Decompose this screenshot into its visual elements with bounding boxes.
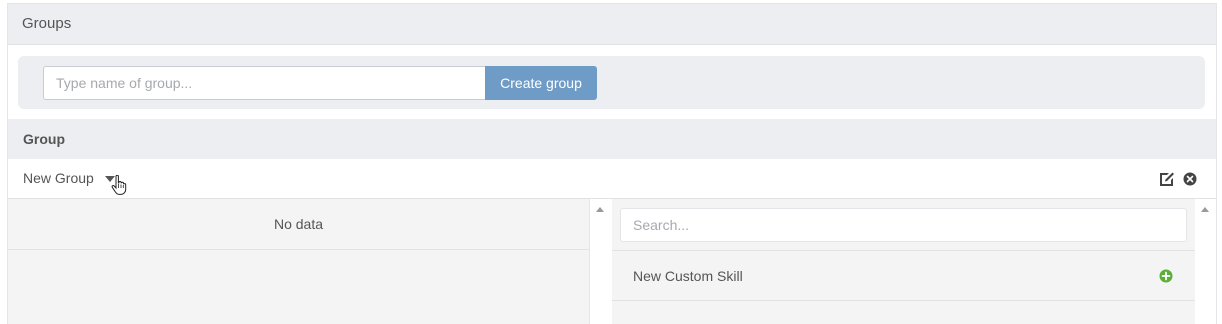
group-name: New Group — [23, 170, 94, 186]
group-members-list: No data — [8, 199, 590, 324]
close-circle-icon[interactable] — [1183, 172, 1197, 186]
hand-pointer-cursor — [111, 175, 127, 195]
skill-label: New Custom Skill — [633, 268, 743, 284]
group-row[interactable]: New Group — [8, 159, 1216, 199]
create-group-bar: Create group — [18, 56, 1205, 109]
scroll-up-arrow-left[interactable] — [596, 207, 604, 212]
create-group-button[interactable]: Create group — [485, 66, 597, 100]
plus-circle-icon[interactable] — [1159, 269, 1173, 283]
panel-title: Groups — [8, 4, 1216, 45]
group-name-input[interactable] — [43, 66, 485, 100]
skills-list: New Custom Skill — [612, 199, 1195, 324]
scroll-up-arrow-right[interactable] — [1201, 207, 1209, 212]
no-data-message: No data — [8, 199, 589, 250]
edit-icon[interactable] — [1159, 171, 1175, 187]
skill-item[interactable]: New Custom Skill — [612, 250, 1195, 301]
groups-panel: Groups Create group Group New Group No d… — [7, 3, 1217, 324]
group-column-header: Group — [8, 119, 1216, 159]
skills-search-input[interactable] — [620, 208, 1187, 242]
